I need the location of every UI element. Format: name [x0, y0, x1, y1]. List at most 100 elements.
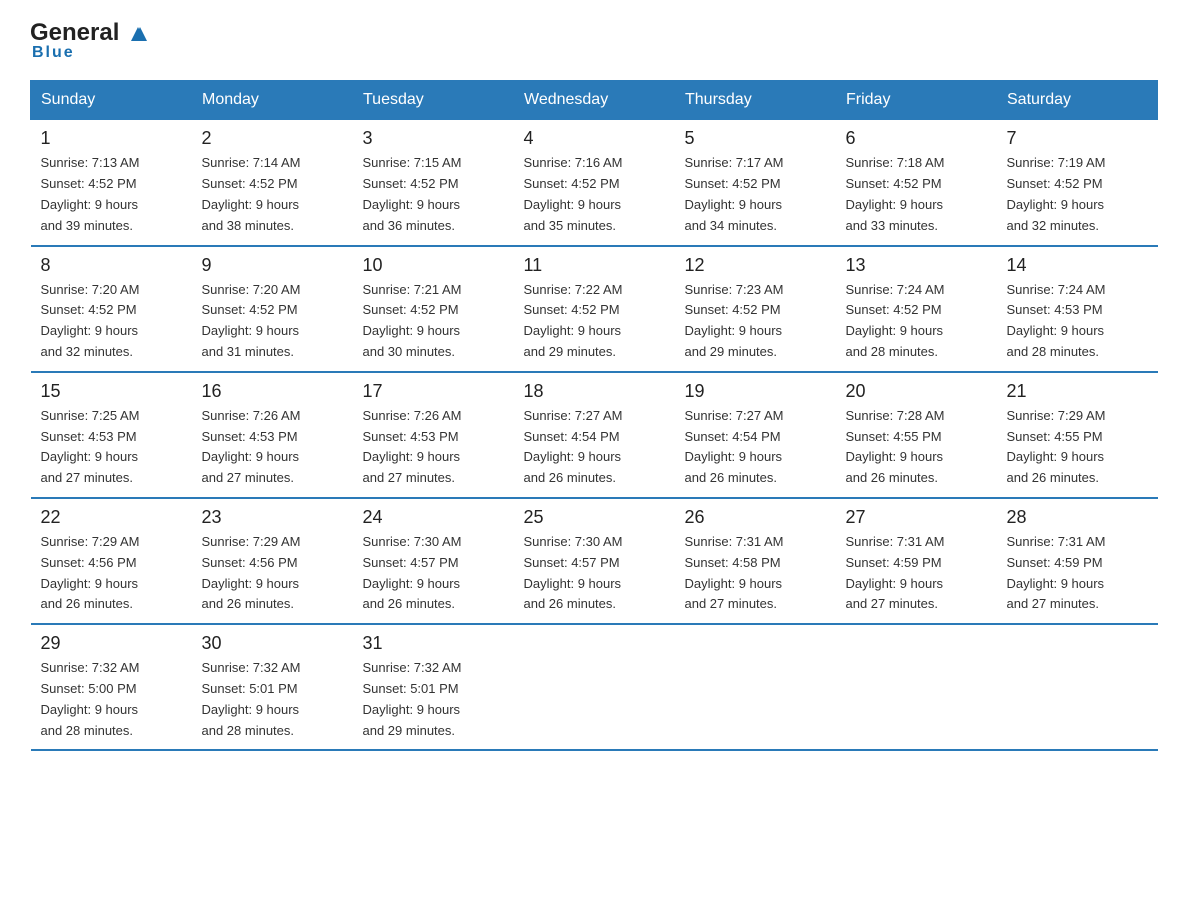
calendar-week-row: 1 Sunrise: 7:13 AMSunset: 4:52 PMDaylight…	[31, 120, 1158, 246]
day-info: Sunrise: 7:28 AMSunset: 4:55 PMDaylight:…	[846, 406, 987, 489]
day-number: 20	[846, 381, 987, 402]
calendar-cell: 27Sunrise: 7:31 AMSunset: 4:59 PMDayligh…	[836, 498, 997, 624]
calendar-week-row: 29 Sunrise: 7:32 AMSunset: 5:00 PMDayligh…	[31, 624, 1158, 750]
day-info: Sunrise: 7:21 AMSunset: 4:52 PMDaylight:…	[363, 280, 504, 363]
weekday-header: Saturday	[997, 81, 1158, 120]
calendar-cell: 7 Sunrise: 7:19 AMSunset: 4:52 PMDaylight…	[997, 120, 1158, 246]
day-number: 11	[524, 255, 665, 276]
day-number: 15	[41, 381, 182, 402]
logo-subtext: Blue	[32, 44, 75, 62]
calendar-cell: 23Sunrise: 7:29 AMSunset: 4:56 PMDayligh…	[192, 498, 353, 624]
day-number: 13	[846, 255, 987, 276]
weekday-header: Monday	[192, 81, 353, 120]
day-number: 7	[1007, 128, 1148, 149]
calendar-cell	[675, 624, 836, 750]
day-info: Sunrise: 7:30 AMSunset: 4:57 PMDaylight:…	[524, 532, 665, 615]
calendar-cell: 21 Sunrise: 7:29 AMSunset: 4:55 PMDayligh…	[997, 372, 1158, 498]
day-info: Sunrise: 7:29 AMSunset: 4:56 PMDaylight:…	[41, 532, 182, 615]
calendar-cell: 11 Sunrise: 7:22 AMSunset: 4:52 PMDayligh…	[514, 246, 675, 372]
calendar-table: SundayMondayTuesdayWednesdayThursdayFrid…	[30, 80, 1158, 751]
weekday-header: Friday	[836, 81, 997, 120]
calendar-cell: 22Sunrise: 7:29 AMSunset: 4:56 PMDayligh…	[31, 498, 192, 624]
calendar-cell: 1 Sunrise: 7:13 AMSunset: 4:52 PMDaylight…	[31, 120, 192, 246]
day-number: 9	[202, 255, 343, 276]
day-info: Sunrise: 7:27 AMSunset: 4:54 PMDaylight:…	[524, 406, 665, 489]
calendar-cell	[997, 624, 1158, 750]
weekday-header: Tuesday	[353, 81, 514, 120]
day-number: 28	[1007, 507, 1148, 528]
calendar-cell: 17 Sunrise: 7:26 AMSunset: 4:53 PMDayligh…	[353, 372, 514, 498]
calendar-cell: 8Sunrise: 7:20 AMSunset: 4:52 PMDaylight…	[31, 246, 192, 372]
day-number: 6	[846, 128, 987, 149]
day-info: Sunrise: 7:31 AMSunset: 4:59 PMDaylight:…	[1007, 532, 1148, 615]
weekday-header: Thursday	[675, 81, 836, 120]
day-info: Sunrise: 7:31 AMSunset: 4:58 PMDaylight:…	[685, 532, 826, 615]
day-number: 21	[1007, 381, 1148, 402]
calendar-cell: 18 Sunrise: 7:27 AMSunset: 4:54 PMDayligh…	[514, 372, 675, 498]
day-info: Sunrise: 7:32 AMSunset: 5:01 PMDaylight:…	[202, 658, 343, 741]
day-number: 19	[685, 381, 826, 402]
calendar-cell: 26 Sunrise: 7:31 AMSunset: 4:58 PMDayligh…	[675, 498, 836, 624]
calendar-body: 1 Sunrise: 7:13 AMSunset: 4:52 PMDaylight…	[31, 120, 1158, 750]
calendar-cell: 30 Sunrise: 7:32 AMSunset: 5:01 PMDayligh…	[192, 624, 353, 750]
day-info: Sunrise: 7:32 AMSunset: 5:01 PMDaylight:…	[363, 658, 504, 741]
day-info: Sunrise: 7:19 AMSunset: 4:52 PMDaylight:…	[1007, 153, 1148, 236]
calendar-cell: 20 Sunrise: 7:28 AMSunset: 4:55 PMDayligh…	[836, 372, 997, 498]
calendar-header: SundayMondayTuesdayWednesdayThursdayFrid…	[31, 81, 1158, 120]
day-info: Sunrise: 7:15 AMSunset: 4:52 PMDaylight:…	[363, 153, 504, 236]
calendar-cell: 9 Sunrise: 7:20 AMSunset: 4:52 PMDaylight…	[192, 246, 353, 372]
calendar-cell: 5 Sunrise: 7:17 AMSunset: 4:52 PMDaylight…	[675, 120, 836, 246]
weekday-header: Wednesday	[514, 81, 675, 120]
day-number: 17	[363, 381, 504, 402]
day-number: 24	[363, 507, 504, 528]
calendar-cell	[514, 624, 675, 750]
logo-icon	[127, 23, 149, 45]
day-number: 26	[685, 507, 826, 528]
day-number: 25	[524, 507, 665, 528]
calendar-week-row: 15Sunrise: 7:25 AMSunset: 4:53 PMDayligh…	[31, 372, 1158, 498]
day-number: 30	[202, 633, 343, 654]
calendar-cell	[836, 624, 997, 750]
calendar-cell: 6Sunrise: 7:18 AMSunset: 4:52 PMDaylight…	[836, 120, 997, 246]
day-info: Sunrise: 7:16 AMSunset: 4:52 PMDaylight:…	[524, 153, 665, 236]
day-number: 18	[524, 381, 665, 402]
day-info: Sunrise: 7:22 AMSunset: 4:52 PMDaylight:…	[524, 280, 665, 363]
day-number: 10	[363, 255, 504, 276]
calendar-cell: 31 Sunrise: 7:32 AMSunset: 5:01 PMDayligh…	[353, 624, 514, 750]
day-info: Sunrise: 7:31 AMSunset: 4:59 PMDaylight:…	[846, 532, 987, 615]
day-number: 29	[41, 633, 182, 654]
calendar-cell: 3 Sunrise: 7:15 AMSunset: 4:52 PMDaylight…	[353, 120, 514, 246]
weekday-header-row: SundayMondayTuesdayWednesdayThursdayFrid…	[31, 81, 1158, 120]
day-info: Sunrise: 7:27 AMSunset: 4:54 PMDaylight:…	[685, 406, 826, 489]
header: General Blue	[30, 20, 1158, 62]
day-info: Sunrise: 7:24 AMSunset: 4:52 PMDaylight:…	[846, 280, 987, 363]
calendar-cell: 13 Sunrise: 7:24 AMSunset: 4:52 PMDayligh…	[836, 246, 997, 372]
day-info: Sunrise: 7:13 AMSunset: 4:52 PMDaylight:…	[41, 153, 182, 236]
calendar-cell: 19 Sunrise: 7:27 AMSunset: 4:54 PMDayligh…	[675, 372, 836, 498]
day-number: 14	[1007, 255, 1148, 276]
day-number: 5	[685, 128, 826, 149]
day-info: Sunrise: 7:26 AMSunset: 4:53 PMDaylight:…	[363, 406, 504, 489]
day-info: Sunrise: 7:29 AMSunset: 4:56 PMDaylight:…	[202, 532, 343, 615]
day-number: 3	[363, 128, 504, 149]
day-info: Sunrise: 7:24 AMSunset: 4:53 PMDaylight:…	[1007, 280, 1148, 363]
calendar-week-row: 8Sunrise: 7:20 AMSunset: 4:52 PMDaylight…	[31, 246, 1158, 372]
weekday-header: Sunday	[31, 81, 192, 120]
day-info: Sunrise: 7:29 AMSunset: 4:55 PMDaylight:…	[1007, 406, 1148, 489]
day-info: Sunrise: 7:14 AMSunset: 4:52 PMDaylight:…	[202, 153, 343, 236]
day-number: 2	[202, 128, 343, 149]
day-info: Sunrise: 7:20 AMSunset: 4:52 PMDaylight:…	[202, 280, 343, 363]
day-info: Sunrise: 7:23 AMSunset: 4:52 PMDaylight:…	[685, 280, 826, 363]
day-number: 1	[41, 128, 182, 149]
day-info: Sunrise: 7:20 AMSunset: 4:52 PMDaylight:…	[41, 280, 182, 363]
day-info: Sunrise: 7:26 AMSunset: 4:53 PMDaylight:…	[202, 406, 343, 489]
calendar-cell: 24 Sunrise: 7:30 AMSunset: 4:57 PMDayligh…	[353, 498, 514, 624]
day-info: Sunrise: 7:32 AMSunset: 5:00 PMDaylight:…	[41, 658, 182, 741]
calendar-cell: 16Sunrise: 7:26 AMSunset: 4:53 PMDayligh…	[192, 372, 353, 498]
day-number: 31	[363, 633, 504, 654]
calendar-cell: 29 Sunrise: 7:32 AMSunset: 5:00 PMDayligh…	[31, 624, 192, 750]
calendar-cell: 15Sunrise: 7:25 AMSunset: 4:53 PMDayligh…	[31, 372, 192, 498]
day-info: Sunrise: 7:30 AMSunset: 4:57 PMDaylight:…	[363, 532, 504, 615]
day-number: 12	[685, 255, 826, 276]
day-info: Sunrise: 7:17 AMSunset: 4:52 PMDaylight:…	[685, 153, 826, 236]
